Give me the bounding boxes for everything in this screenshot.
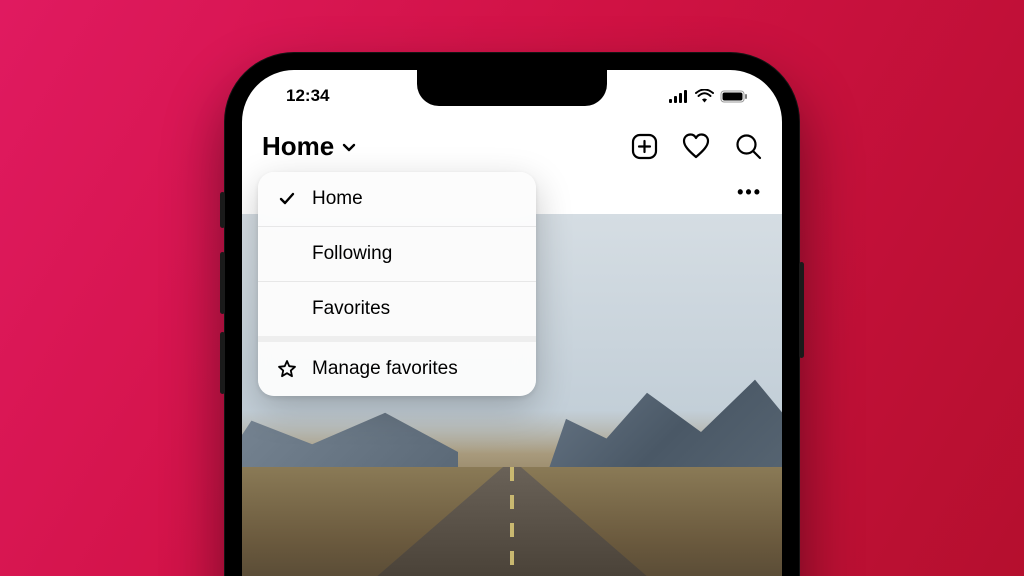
feed-selector-button[interactable]: Home: [262, 131, 356, 162]
promo-background: 12:34 Home: [0, 0, 1024, 576]
status-time: 12:34: [286, 86, 329, 106]
side-button: [799, 262, 804, 358]
side-button: [220, 252, 225, 314]
menu-item-label: Manage favorites: [312, 358, 458, 380]
nav-title-label: Home: [262, 131, 334, 162]
battery-icon: [720, 90, 748, 103]
iphone-mockup: 12:34 Home: [224, 52, 800, 576]
feed-selector-menu: Home Following Favorites: [258, 172, 536, 396]
menu-item-favorites[interactable]: Favorites: [258, 282, 536, 336]
chevron-down-icon: [342, 131, 356, 162]
wifi-icon: [695, 89, 714, 103]
menu-item-manage-favorites[interactable]: Manage favorites: [258, 342, 536, 396]
create-post-button[interactable]: [630, 132, 658, 160]
cellular-icon: [669, 90, 689, 103]
menu-item-label: Home: [312, 188, 363, 210]
star-icon: [276, 359, 298, 379]
menu-item-label: Following: [312, 243, 392, 265]
checkmark-icon: [276, 190, 298, 208]
app-nav-bar: Home: [242, 122, 782, 170]
side-button: [220, 332, 225, 394]
menu-item-label: Favorites: [312, 298, 390, 320]
side-button: [220, 192, 225, 228]
notch: [417, 70, 607, 106]
menu-item-following[interactable]: Following: [258, 227, 536, 281]
menu-item-home[interactable]: Home: [258, 172, 536, 226]
search-button[interactable]: [734, 132, 762, 160]
activity-button[interactable]: [682, 132, 710, 160]
post-more-button[interactable]: •••: [737, 182, 762, 203]
phone-screen: 12:34 Home: [242, 70, 782, 576]
